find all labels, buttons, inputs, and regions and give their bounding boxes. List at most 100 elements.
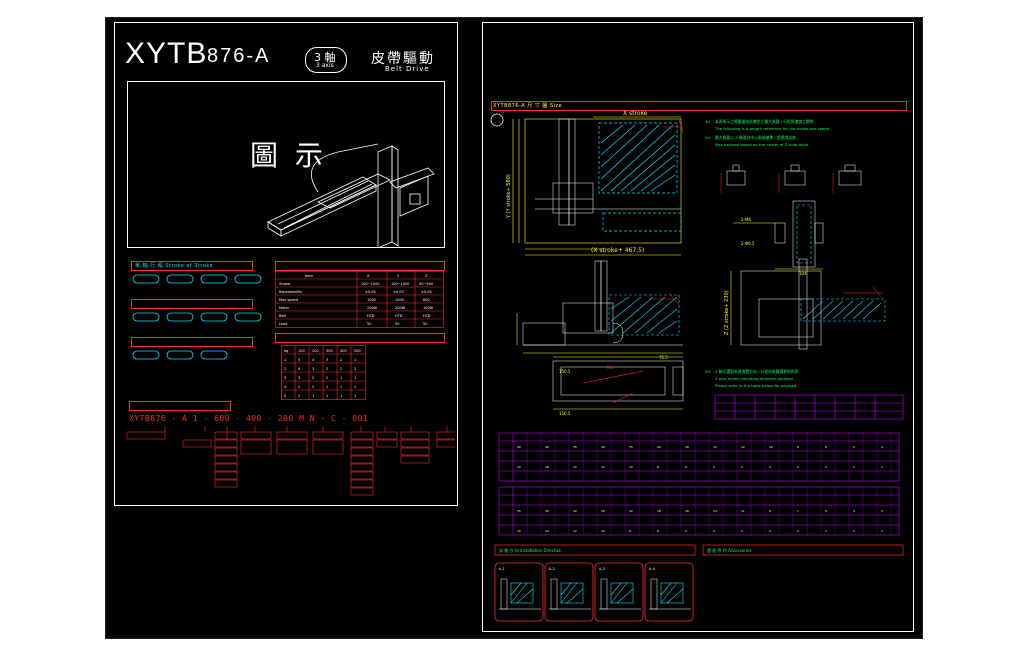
svg-text:200W: 200W xyxy=(395,306,406,310)
svg-text:10: 10 xyxy=(601,529,605,533)
svg-text:4: 4 xyxy=(853,509,855,513)
svg-text:50: 50 xyxy=(367,322,371,326)
svg-text:選 配 附 件 Accessories: 選 配 附 件 Accessories xyxy=(707,547,752,553)
svg-text:1: 1 xyxy=(354,394,356,398)
dim-150b: 150.5 xyxy=(559,411,571,416)
svg-text:100~1000: 100~1000 xyxy=(361,282,380,286)
svg-text:8: 8 xyxy=(657,465,659,469)
svg-text:6: 6 xyxy=(685,465,687,469)
svg-text:Lead: Lead xyxy=(279,322,287,326)
svg-text:1000: 1000 xyxy=(395,298,404,302)
order-header xyxy=(129,401,231,411)
svg-text:2: 2 xyxy=(326,367,328,371)
svg-text:2: 2 xyxy=(797,465,799,469)
order-code-line: XYTB876 - A 1 - 600 - 400 - 200 M N - C … xyxy=(129,414,369,423)
svg-text:50~500: 50~500 xyxy=(419,282,433,286)
svg-text:HTD: HTD xyxy=(423,314,431,318)
svg-text:3: 3 xyxy=(326,358,328,362)
section-label-1: 單 軸 行 程 Stroke of Stroke xyxy=(135,263,214,269)
svg-text:9: 9 xyxy=(769,509,771,513)
figure-box: 圖 示 xyxy=(127,81,445,248)
svg-text:※2: ※2 xyxy=(705,135,711,140)
svg-text:5: 5 xyxy=(284,394,286,398)
svg-text:10: 10 xyxy=(769,445,773,449)
left-sheet-frame: XYTB 876-A 3 軸 3 axis 皮帶驅動 Belt Drive 圖 … xyxy=(114,22,458,506)
svg-text:Y: Y xyxy=(397,274,400,278)
svg-text:4: 4 xyxy=(284,385,287,389)
svg-text:2: 2 xyxy=(769,529,771,533)
section-output-strip xyxy=(131,337,253,347)
svg-text:A-3: A-3 xyxy=(599,567,605,571)
dim-bottom: (X stroke+ 467.5) xyxy=(591,247,644,254)
svg-text:2: 2 xyxy=(340,367,342,371)
svg-text:2: 2 xyxy=(298,385,300,389)
svg-text:12: 12 xyxy=(573,529,577,533)
model-number: 876-A xyxy=(207,45,271,67)
svg-text:20: 20 xyxy=(517,465,521,469)
svg-text:2: 2 xyxy=(797,529,799,533)
svg-text:45: 45 xyxy=(517,509,521,513)
drawing-canvas: XYTB 876-A 3 軸 3 axis 皮帶驅動 Belt Drive 圖 … xyxy=(105,17,923,639)
svg-text:1: 1 xyxy=(354,385,356,389)
svg-text:500: 500 xyxy=(354,349,361,353)
svg-text:1: 1 xyxy=(326,394,328,398)
svg-text:2: 2 xyxy=(326,376,328,380)
dim-75: 75.5 xyxy=(659,355,668,360)
axis-badge: 3 軸 3 axis xyxy=(305,47,347,73)
svg-text:8: 8 xyxy=(797,445,799,449)
svg-text:1: 1 xyxy=(312,394,314,398)
svg-text:2: 2 xyxy=(312,385,314,389)
svg-text:35: 35 xyxy=(573,445,577,449)
svg-text:6: 6 xyxy=(657,529,659,533)
svg-text:400: 400 xyxy=(340,349,347,353)
svg-text:38: 38 xyxy=(545,509,549,513)
svg-text:X: X xyxy=(367,274,370,278)
svg-text:5: 5 xyxy=(713,465,715,469)
svg-text:15: 15 xyxy=(573,465,577,469)
svg-text:3: 3 xyxy=(298,376,300,380)
svg-text:12: 12 xyxy=(601,465,605,469)
svg-text:Stroke: Stroke xyxy=(279,282,290,286)
svg-text:1: 1 xyxy=(354,358,356,362)
svg-text:4: 4 xyxy=(312,358,315,362)
svg-text:8: 8 xyxy=(629,529,631,533)
svg-text:5: 5 xyxy=(298,358,300,362)
pill-row-1 xyxy=(132,274,262,284)
dim-left-v: Y (Y stroke+ 580) xyxy=(506,174,512,219)
svg-text:12: 12 xyxy=(741,445,745,449)
svg-text:14: 14 xyxy=(545,529,549,533)
svg-text:1: 1 xyxy=(354,367,356,371)
svg-text:The following is a weight refe: The following is a weight reference for … xyxy=(714,126,830,131)
spec-header xyxy=(275,261,445,271)
svg-text:1: 1 xyxy=(284,358,286,362)
note-1-label: ※1 xyxy=(705,119,711,124)
svg-text:kg: kg xyxy=(284,349,288,353)
svg-text:16: 16 xyxy=(517,529,521,533)
svg-text:40: 40 xyxy=(545,445,549,449)
dim-150: 150.5 xyxy=(559,369,571,374)
svg-text:14: 14 xyxy=(713,509,717,513)
dim-104: 104 xyxy=(799,271,807,276)
right-engineering-drawing: X stroke (X stroke+ 467.5) Y (Y stroke+ … xyxy=(490,110,904,622)
axis-badge-sub: 3 axis xyxy=(316,62,334,69)
svg-text:50: 50 xyxy=(517,445,521,449)
svg-text:1: 1 xyxy=(825,529,827,533)
pill-row-3 xyxy=(132,350,228,360)
svg-text:Motor: Motor xyxy=(279,306,290,310)
svg-text:※3: ※3 xyxy=(705,369,711,374)
svg-text:4: 4 xyxy=(741,465,743,469)
svg-text:3: 3 xyxy=(741,529,743,533)
svg-text:200: 200 xyxy=(312,349,319,353)
svg-text:HTD: HTD xyxy=(367,314,375,318)
svg-text:100W: 100W xyxy=(423,306,434,310)
svg-text:32: 32 xyxy=(573,509,577,513)
svg-text:A-2: A-2 xyxy=(549,567,555,571)
svg-text:2: 2 xyxy=(825,465,827,469)
dim-x-stroke: X stroke xyxy=(623,110,648,117)
svg-text:Z: Z xyxy=(425,274,428,278)
svg-text:800: 800 xyxy=(423,298,430,302)
svg-text:1: 1 xyxy=(340,394,342,398)
svg-text:22: 22 xyxy=(629,509,633,513)
svg-text:HTD: HTD xyxy=(395,314,403,318)
svg-text:1: 1 xyxy=(853,529,855,533)
